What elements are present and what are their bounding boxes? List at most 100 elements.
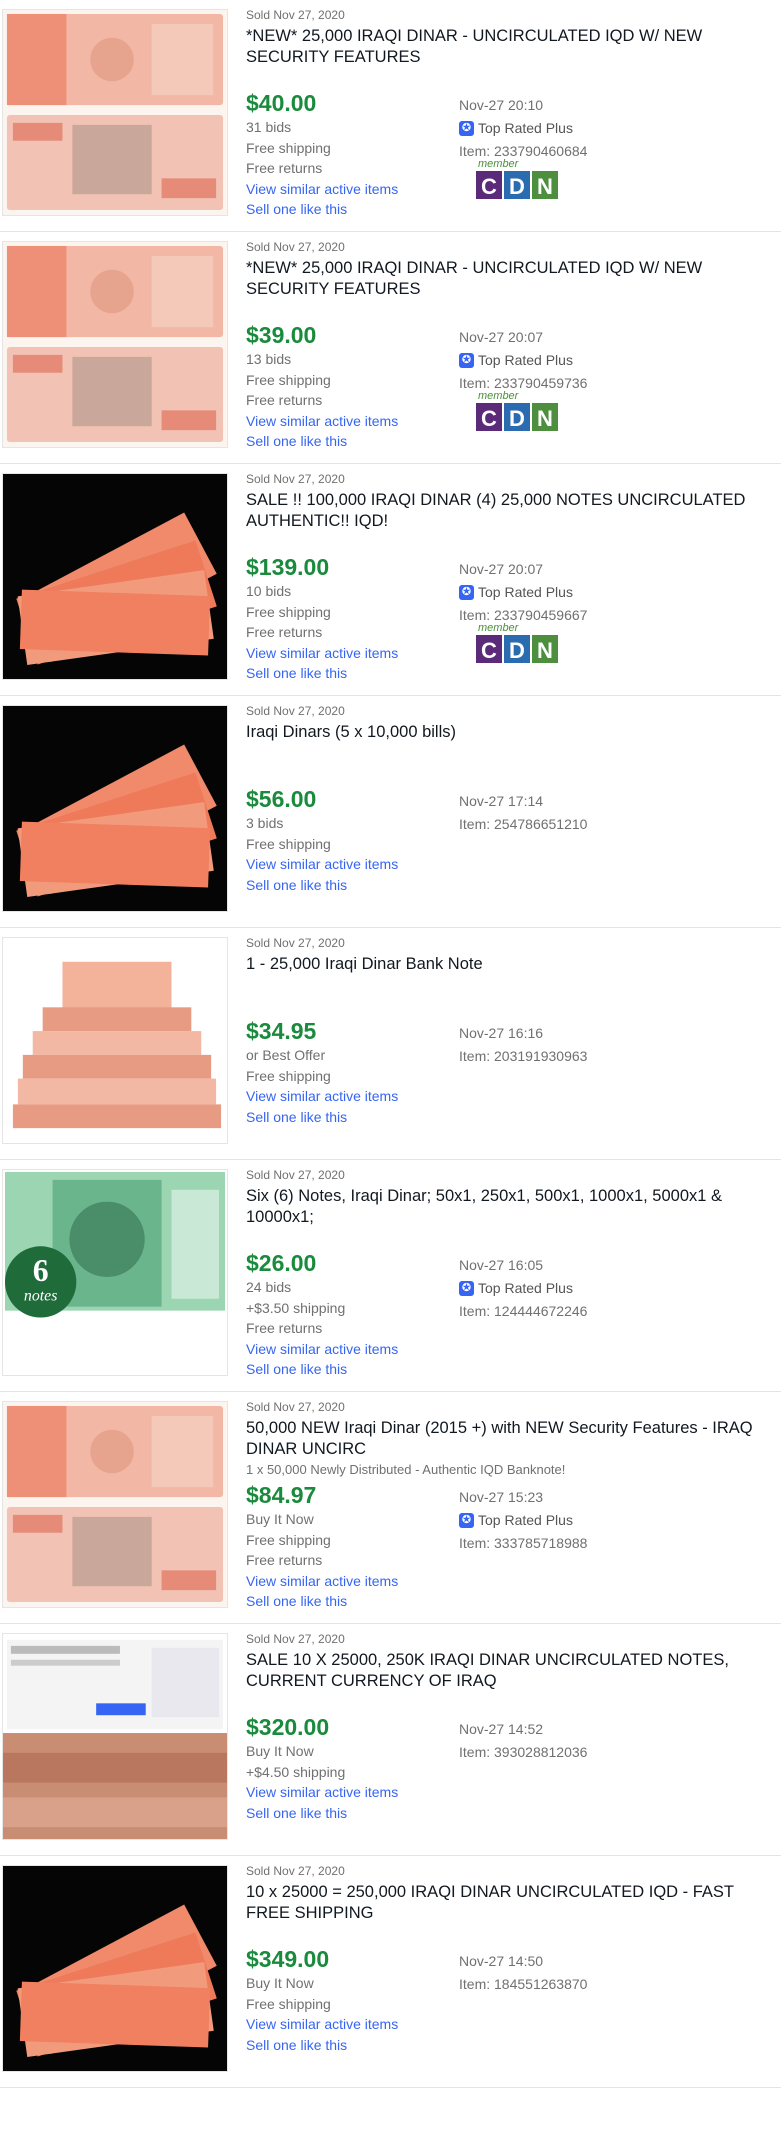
item-meta: Nov-27 14:52 Item: 393028812036 (459, 1718, 587, 1764)
item-thumbnail-note-stack-image[interactable] (2, 937, 228, 1144)
result-item: Sold Nov 27, 2020 1 - 25,000 Iraqi Dinar … (0, 928, 781, 1160)
item-number: Item: 393028812036 (459, 1744, 588, 1760)
view-similar-link[interactable]: View similar active items (246, 1339, 398, 1360)
item-title-link[interactable]: Six (6) Notes, Iraqi Dinar; 50x1, 250x1,… (246, 1186, 756, 1228)
item-meta: Nov-27 17:14 Item: 254786651210 (459, 790, 587, 836)
sold-results-list: Sold Nov 27, 2020 *NEW* 25,000 IRAQI DINA… (0, 0, 781, 2088)
end-time: Nov-27 20:10 (459, 97, 544, 113)
detail-line: Free shipping (246, 835, 331, 852)
cdn-member-logo: member C D N (474, 619, 560, 665)
top-rated-badge-icon: ✪ (459, 353, 474, 368)
sold-price: $349.00 (246, 1946, 330, 1972)
svg-text:D: D (509, 174, 525, 199)
sell-one-link[interactable]: Sell one like this (246, 2035, 398, 2056)
sell-one-link[interactable]: Sell one like this (246, 663, 398, 684)
detail-line: Free returns (246, 1320, 323, 1336)
view-similar-link[interactable]: View similar active items (246, 643, 398, 664)
six-notes-badge-icon: 6notes (24, 1253, 57, 1305)
item-thumbnail-listing-screenshot-image[interactable] (2, 1633, 228, 1840)
svg-text:D: D (509, 406, 525, 431)
item-meta: Nov-27 20:07 ✪ Top Rated Plus Item: 2337904… (459, 558, 587, 627)
item-title-link[interactable]: 50,000 NEW Iraqi Dinar (2015 +) with NEW… (246, 1418, 756, 1460)
top-rated-badge-icon: ✪ (459, 1281, 474, 1296)
sell-one-link[interactable]: Sell one like this (246, 1359, 398, 1380)
sold-price: $34.95 (246, 1018, 317, 1044)
detail-line: Free returns (246, 624, 323, 640)
view-similar-link[interactable]: View similar active items (246, 1782, 398, 1803)
view-similar-link[interactable]: View similar active items (246, 854, 398, 875)
view-similar-link[interactable]: View similar active items (246, 179, 398, 200)
detail-line: Buy It Now (246, 1743, 314, 1759)
item-details: 3 bids Free shipping View similar active i… (246, 813, 398, 895)
detail-line: 13 bids (246, 351, 292, 367)
item-meta: Nov-27 14:50 Item: 184551263870 (459, 1950, 587, 1996)
detail-line: 3 bids (246, 815, 284, 831)
end-time: Nov-27 15:23 (459, 1489, 544, 1505)
sold-date: Sold Nov 27, 2020 (246, 1632, 345, 1646)
end-time: Nov-27 16:16 (459, 1025, 544, 1041)
item-title-link[interactable]: *NEW* 25,000 IRAQI DINAR - UNCIRCULATED … (246, 258, 756, 300)
sold-date: Sold Nov 27, 2020 (246, 1168, 345, 1182)
item-thumbnail-banknote-image[interactable] (2, 241, 228, 448)
item-thumbnail-fanned-notes-image[interactable] (2, 473, 228, 680)
top-rated-label: Top Rated Plus (478, 1280, 573, 1296)
svg-text:C: C (481, 174, 497, 199)
item-title-link[interactable]: Iraqi Dinars (5 x 10,000 bills) (246, 722, 756, 743)
svg-text:C: C (481, 638, 497, 663)
item-thumbnail-banknote-image[interactable] (2, 1401, 228, 1608)
sell-one-link[interactable]: Sell one like this (246, 1803, 398, 1824)
top-rated-label: Top Rated Plus (478, 352, 573, 368)
item-meta: Nov-27 16:16 Item: 203191930963 (459, 1022, 587, 1068)
sold-date: Sold Nov 27, 2020 (246, 1864, 345, 1878)
sold-date: Sold Nov 27, 2020 (246, 8, 345, 22)
end-time: Nov-27 20:07 (459, 561, 544, 577)
detail-line: +$3.50 shipping (246, 1299, 346, 1316)
sell-one-link[interactable]: Sell one like this (246, 1591, 398, 1612)
top-rated-badge-icon: ✪ (459, 1513, 474, 1528)
result-item: 6 notes Sold Nov 27, 2020 Six (6) Notes, Ir… (0, 1160, 781, 1392)
sell-one-link[interactable]: Sell one like this (246, 875, 398, 896)
top-rated-plus: ✪ Top Rated Plus (459, 1509, 587, 1532)
detail-line: Free shipping (246, 1531, 331, 1548)
view-similar-link[interactable]: View similar active items (246, 1571, 398, 1592)
sell-one-link[interactable]: Sell one like this (246, 1107, 398, 1128)
detail-line: 24 bids (246, 1279, 292, 1295)
view-similar-link[interactable]: View similar active items (246, 411, 398, 432)
sell-one-link[interactable]: Sell one like this (246, 431, 398, 452)
top-rated-badge-icon: ✪ (459, 585, 474, 600)
end-time: Nov-27 20:07 (459, 329, 544, 345)
result-item: Sold Nov 27, 2020 Iraqi Dinars (5 x 10,00… (0, 696, 781, 928)
detail-line: 10 bids (246, 583, 292, 599)
detail-line: 31 bids (246, 119, 292, 135)
sold-date: Sold Nov 27, 2020 (246, 936, 345, 950)
top-rated-label: Top Rated Plus (478, 120, 573, 136)
item-title-link[interactable]: SALE !! 100,000 IRAQI DINAR (4) 25,000 N… (246, 490, 756, 532)
view-similar-link[interactable]: View similar active items (246, 1086, 398, 1107)
sell-one-link[interactable]: Sell one like this (246, 199, 398, 220)
item-meta: Nov-27 16:05 ✪ Top Rated Plus Item: 1244446… (459, 1254, 587, 1323)
item-number: Item: 203191930963 (459, 1048, 588, 1064)
item-details: 10 bids Free shipping Free returns View sim… (246, 581, 398, 684)
item-title-link[interactable]: *NEW* 25,000 IRAQI DINAR - UNCIRCULATED … (246, 26, 756, 68)
svg-text:member: member (478, 390, 520, 402)
detail-line: Free returns (246, 1552, 323, 1568)
sold-date: Sold Nov 27, 2020 (246, 240, 345, 254)
item-number: Item: 254786651210 (459, 816, 588, 832)
top-rated-plus: ✪ Top Rated Plus (459, 581, 587, 604)
item-thumbnail-fanned-notes-image[interactable] (2, 1865, 228, 2072)
item-title-link[interactable]: 10 x 25000 = 250,000 IRAQI DINAR UNCIRCU… (246, 1882, 756, 1924)
detail-line: Free returns (246, 392, 323, 408)
item-details: 24 bids +$3.50 shipping Free returns View s… (246, 1277, 398, 1380)
detail-line: Free shipping (246, 1995, 331, 2012)
item-meta: Nov-27 20:10 ✪ Top Rated Plus Item: 2337904… (459, 94, 587, 163)
item-title-link[interactable]: SALE 10 X 25000, 250K IRAQI DINAR UNCIRC… (246, 1650, 756, 1692)
view-similar-link[interactable]: View similar active items (246, 2014, 398, 2035)
item-thumbnail-green-note-image[interactable]: 6 notes (2, 1169, 228, 1376)
sold-price: $39.00 (246, 322, 317, 348)
item-title-link[interactable]: 1 - 25,000 Iraqi Dinar Bank Note (246, 954, 756, 975)
item-number: Item: 184551263870 (459, 1976, 588, 1992)
item-thumbnail-banknote-image[interactable] (2, 9, 228, 216)
detail-line: Free shipping (246, 1067, 331, 1084)
svg-text:notes: notes (24, 1288, 57, 1305)
item-thumbnail-fanned-notes-image[interactable] (2, 705, 228, 912)
